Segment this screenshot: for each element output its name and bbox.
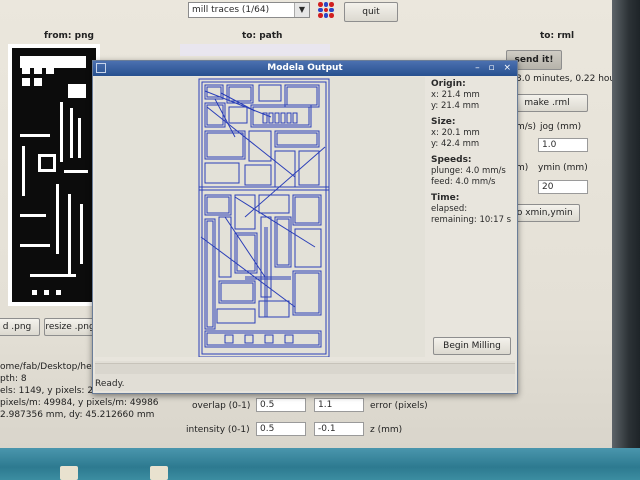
overlap-label: overlap (0-1) — [192, 401, 251, 411]
png-preview-image — [8, 44, 100, 306]
origin-x: x: 21.4 mm — [431, 90, 480, 100]
size-x: x: 20.1 mm — [431, 128, 480, 138]
toolpath-traces — [198, 78, 330, 358]
toolpath-svg — [198, 78, 330, 358]
ymin-field[interactable]: 20 — [538, 180, 588, 194]
jog-label: jog (mm) — [540, 122, 582, 132]
time-heading: Time: — [431, 193, 460, 203]
process-select[interactable]: mill traces (1/64) ▼ — [188, 2, 310, 18]
milling-info-panel: Origin: x: 21.4 mm y: 21.4 mm Size: x: 2… — [431, 79, 513, 225]
error-field[interactable]: 1.1 — [314, 398, 364, 412]
intensity-label: intensity (0-1) — [186, 425, 250, 435]
size-heading: Size: — [431, 117, 456, 127]
time-estimate-text: 3.0 minutes, 0.22 hours — [516, 74, 624, 84]
desk-surface — [0, 448, 640, 480]
load-png-button[interactable]: d .png — [0, 318, 40, 336]
ymin-label: ymin (mm) — [538, 163, 588, 173]
z-field[interactable]: -0.1 — [314, 422, 364, 436]
progress-bar — [95, 363, 515, 374]
z-label: z (mm) — [370, 425, 403, 435]
toolpath-canvas — [95, 77, 425, 358]
window-controls[interactable]: – ▫ × — [475, 61, 514, 76]
status-text: Ready. — [95, 379, 125, 389]
overlap-field[interactable]: 0.5 — [256, 398, 306, 412]
monitor-bezel — [612, 0, 640, 480]
resize-png-button[interactable]: resize .png — [44, 318, 96, 336]
plunge-speed: plunge: 4.0 mm/s — [431, 166, 506, 176]
to-path-header: to: path — [242, 31, 283, 41]
remaining-time: remaining: 10:17 s — [431, 215, 512, 225]
desk-object — [60, 466, 78, 480]
origin-y: y: 21.4 mm — [431, 101, 480, 111]
status-bar: Ready. — [95, 361, 515, 391]
bit-depth-text: pth: 8 — [0, 374, 27, 384]
desk-object — [150, 466, 168, 480]
size-y: y: 42.4 mm — [431, 139, 480, 149]
pixel-count-text: els: 1149, y pixels: 22 — [0, 386, 99, 396]
pixels-per-meter-text: pixels/m: 49984, y pixels/m: 49986 — [0, 398, 159, 408]
window-title: Modela Output — [267, 63, 343, 73]
origin-heading: Origin: — [431, 79, 466, 89]
quit-button[interactable]: quit — [344, 2, 398, 22]
file-path-text: ome/fab/Desktop/hello — [0, 362, 103, 372]
window-title-bar[interactable]: Modela Output – ▫ × — [93, 61, 517, 76]
chevron-down-icon[interactable]: ▼ — [294, 3, 309, 17]
feed-speed: feed: 4.0 mm/s — [431, 177, 496, 187]
make-rml-button[interactable]: make .rml — [506, 94, 588, 112]
speed-unit-label: m/s) — [516, 122, 536, 132]
begin-milling-button[interactable]: Begin Milling — [433, 337, 511, 355]
to-rml-header: to: rml — [540, 31, 575, 41]
speeds-heading: Speeds: — [431, 155, 472, 165]
jog-field[interactable]: 1.0 — [538, 138, 588, 152]
elapsed-time: elapsed: — [431, 204, 468, 214]
color-grid-icon[interactable] — [318, 2, 334, 18]
modela-output-window: Modela Output – ▫ × Origin: x: 21.4 mm y… — [92, 60, 518, 394]
from-png-header: from: png — [44, 31, 94, 41]
error-label: error (pixels) — [370, 401, 428, 411]
intensity-field[interactable]: 0.5 — [256, 422, 306, 436]
dimensions-text: 2.987356 mm, dy: 45.212660 mm — [0, 410, 155, 420]
path-preview-strip — [180, 44, 330, 56]
process-select-value: mill traces (1/64) — [192, 5, 270, 15]
